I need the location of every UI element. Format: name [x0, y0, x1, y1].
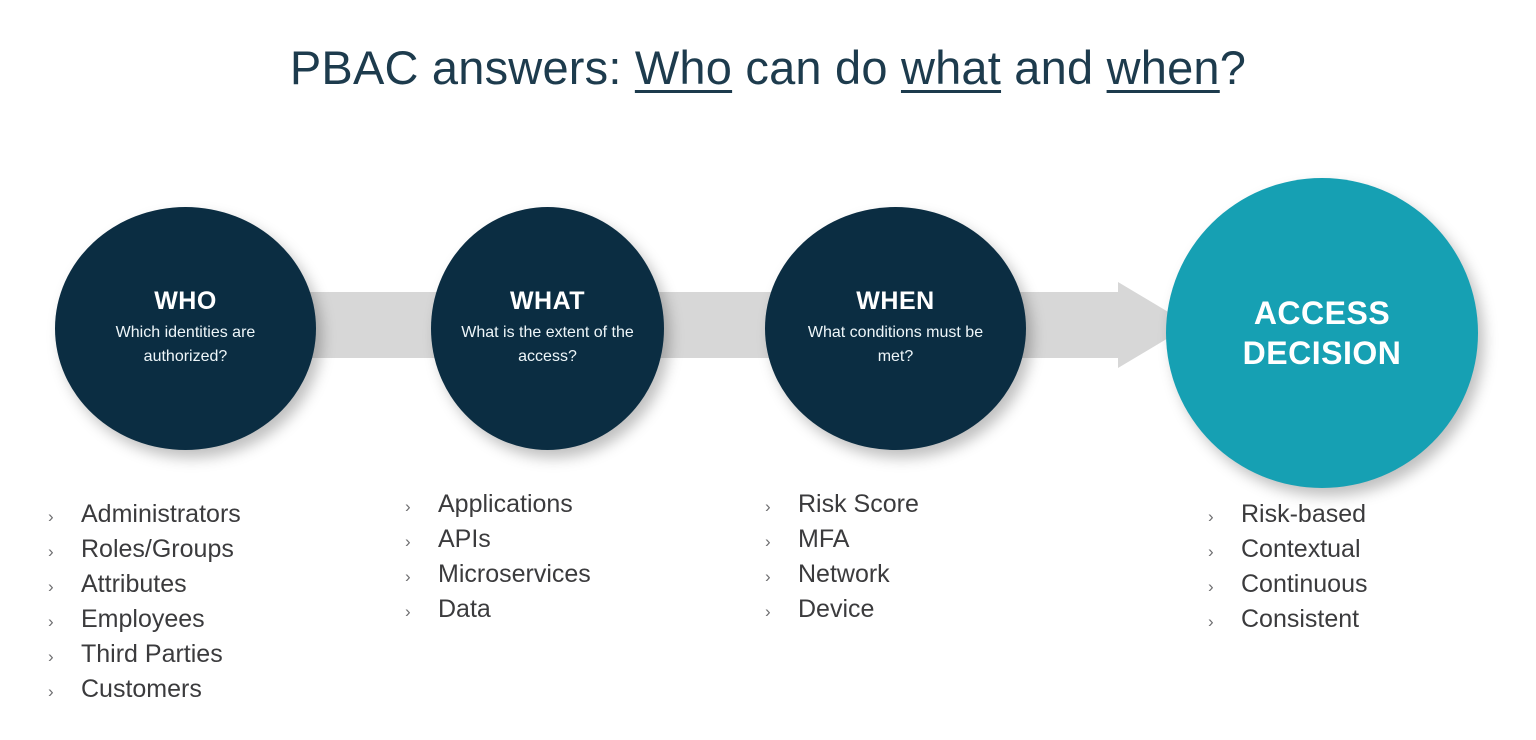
- bullet-list-who: › Administrators › Roles/Groups › Attributes ›…: [48, 498, 241, 708]
- chevron-right-icon: ›: [48, 542, 54, 561]
- node-access-decision-heading-line-2: DECISION: [1242, 335, 1402, 371]
- list-item-label: Administrators: [81, 500, 241, 528]
- list-item-label: Contextual: [1241, 535, 1361, 563]
- chevron-right-icon: ›: [48, 647, 54, 666]
- list-item: › Roles/Groups: [48, 533, 241, 568]
- list-item: › Risk-based: [1208, 498, 1367, 533]
- list-item-label: Third Parties: [81, 640, 223, 668]
- list-item: › Microservices: [405, 558, 591, 593]
- list-item-label: Microservices: [438, 560, 591, 588]
- list-item: › MFA: [765, 523, 919, 558]
- list-item: › Administrators: [48, 498, 241, 533]
- chevron-right-icon: ›: [48, 682, 54, 701]
- list-item-label: Consistent: [1241, 605, 1360, 633]
- list-item-label: Applications: [438, 490, 573, 518]
- chevron-right-icon: ›: [48, 577, 54, 596]
- arrow-right-icon: [1000, 282, 1190, 368]
- list-item-label: MFA: [798, 525, 850, 553]
- node-access-decision-heading-line-1: ACCESS: [1253, 295, 1391, 331]
- chevron-right-icon: ›: [1208, 577, 1214, 596]
- list-item-label: Customers: [81, 675, 202, 703]
- list-item-label: Roles/Groups: [81, 535, 234, 563]
- list-item-label: Device: [798, 595, 875, 623]
- node-when[interactable]: WHEN What conditions must be met?: [765, 207, 1026, 450]
- list-item: › Employees: [48, 603, 241, 638]
- list-item: › Third Parties: [48, 638, 241, 673]
- node-when-heading: WHEN: [856, 286, 935, 315]
- list-item: › Data: [405, 593, 591, 628]
- list-item-label: Continuous: [1241, 570, 1368, 598]
- bullet-list-when: › Risk Score › MFA › Network › Device: [765, 488, 919, 628]
- list-item-label: Employees: [81, 605, 205, 633]
- chevron-right-icon: ›: [405, 497, 411, 516]
- chevron-right-icon: ›: [405, 602, 411, 621]
- list-item: › Consistent: [1208, 603, 1367, 638]
- list-item-label: APIs: [438, 525, 491, 553]
- bullet-list-what: › Applications › APIs › Microservices › Data: [405, 488, 591, 628]
- list-item: › Customers: [48, 673, 241, 708]
- list-item: › Device: [765, 593, 919, 628]
- node-when-subtext: What conditions must be met?: [807, 324, 984, 366]
- node-what[interactable]: WHAT What is the extent of the access?: [431, 207, 664, 450]
- node-what-subtext: What is the extent of the access?: [461, 324, 634, 366]
- chevron-right-icon: ›: [1208, 542, 1214, 561]
- list-item-label: Data: [438, 595, 491, 623]
- list-item: › Contextual: [1208, 533, 1367, 568]
- chevron-right-icon: ›: [48, 612, 54, 631]
- chevron-right-icon: ›: [48, 507, 54, 526]
- chevron-right-icon: ›: [765, 497, 771, 516]
- list-item: › Risk Score: [765, 488, 919, 523]
- list-item-label: Risk Score: [798, 490, 919, 518]
- chevron-right-icon: ›: [405, 532, 411, 551]
- chevron-right-icon: ›: [405, 567, 411, 586]
- node-access-decision[interactable]: ACCESS DECISION: [1166, 178, 1478, 488]
- chevron-right-icon: ›: [765, 567, 771, 586]
- list-item: › Network: [765, 558, 919, 593]
- node-what-heading: WHAT: [509, 286, 586, 315]
- chevron-right-icon: ›: [1208, 507, 1214, 526]
- chevron-right-icon: ›: [765, 602, 771, 621]
- node-who[interactable]: WHO Which identities are authorized?: [55, 207, 316, 450]
- list-item-label: Network: [798, 560, 890, 588]
- list-item: › APIs: [405, 523, 591, 558]
- chevron-right-icon: ›: [1208, 612, 1214, 631]
- node-who-subtext: Which identities are authorized?: [115, 324, 256, 366]
- pbac-flow-diagram: WHO Which identities are authorized? WHA…: [0, 0, 1536, 740]
- list-item-label: Risk-based: [1241, 500, 1367, 528]
- node-who-heading: WHO: [154, 286, 217, 315]
- bullet-list-access-decision: › Risk-based › Contextual › Continuous › Consis…: [1208, 498, 1367, 638]
- list-item: › Attributes: [48, 568, 241, 603]
- list-item: › Applications: [405, 488, 591, 523]
- node-access-decision-heading: ACCESS DECISION: [1243, 293, 1402, 373]
- chevron-right-icon: ›: [765, 532, 771, 551]
- list-item-label: Attributes: [81, 570, 187, 598]
- list-item: › Continuous: [1208, 568, 1367, 603]
